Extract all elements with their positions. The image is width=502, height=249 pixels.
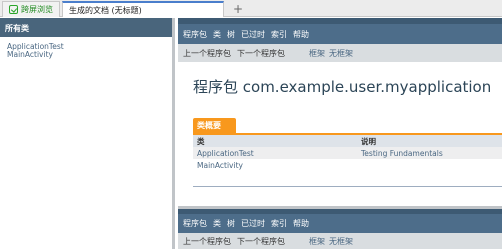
nav-tree[interactable]: 树 (227, 29, 235, 40)
new-tab-button[interactable]: + (230, 1, 246, 17)
tab-cross-screen-browse[interactable]: 跨屏浏览 (2, 1, 60, 17)
nav-class[interactable]: 类 (213, 29, 221, 40)
bottom-navbar: 程序包 类 树 已过时 索引 帮助 (178, 209, 502, 233)
next-package-link[interactable]: 下一个程序包 (237, 236, 285, 247)
no-frames-link[interactable]: 无框架 (329, 48, 353, 59)
tab-generated-doc[interactable]: 生成的文档 (无标题) (62, 1, 224, 17)
nav-package[interactable]: 程序包 (183, 218, 207, 229)
bottom-subnav: 上一个程序包 下一个程序包 框架 无框架 (178, 233, 502, 249)
nav-deprecated[interactable]: 已过时 (241, 218, 265, 229)
browser-tab-bar: 跨屏浏览 生成的文档 (无标题) + (0, 0, 502, 17)
table-row: ApplicationTest Testing Fundamentals (193, 147, 502, 159)
column-header-description: 说明 (361, 136, 376, 146)
class-description: Testing Fundamentals (361, 148, 443, 158)
nav-package[interactable]: 程序包 (183, 29, 207, 40)
no-frames-link[interactable]: 无框架 (329, 236, 353, 247)
nav-help[interactable]: 帮助 (293, 218, 309, 229)
page-title: 程序包 com.example.user.myapplication (193, 78, 492, 96)
frames-link[interactable]: 框架 (309, 48, 325, 59)
nav-tree[interactable]: 树 (227, 218, 235, 229)
class-summary-caption: 类概要 (193, 118, 236, 133)
nav-index[interactable]: 索引 (271, 29, 287, 40)
class-name-link[interactable]: ApplicationTest (193, 149, 361, 158)
nav-class[interactable]: 类 (213, 218, 221, 229)
nav-deprecated[interactable]: 已过时 (241, 29, 265, 40)
check-icon (9, 5, 18, 14)
all-classes-frame: 所有类 ApplicationTest MainActivity (0, 18, 175, 249)
tab-label: 跨屏浏览 (21, 5, 53, 14)
top-subnav: 上一个程序包 下一个程序包 框架 无框架 (178, 44, 502, 62)
column-header-class: 类 (197, 136, 205, 146)
table-bottom-border (193, 169, 502, 187)
top-navbar: 程序包 类 树 已过时 索引 帮助 (178, 18, 502, 44)
class-summary-table: 类 说明 ApplicationTest Testing Fundamental… (193, 133, 502, 171)
nav-index[interactable]: 索引 (271, 218, 287, 229)
package-summary-frame: 程序包 类 树 已过时 索引 帮助 上一个程序包 下一个程序包 框架 无框架 程… (178, 18, 502, 206)
prev-package-link[interactable]: 上一个程序包 (183, 236, 231, 247)
bottom-nav-frame: 程序包 类 树 已过时 索引 帮助 上一个程序包 下一个程序包 框架 无框架 (178, 209, 502, 249)
nav-help[interactable]: 帮助 (293, 29, 309, 40)
prev-package-link[interactable]: 上一个程序包 (183, 48, 231, 59)
table-header-row: 类 说明 (193, 135, 502, 147)
next-package-link[interactable]: 下一个程序包 (237, 48, 285, 59)
frames-link[interactable]: 框架 (309, 236, 325, 247)
all-classes-header: 所有类 (0, 18, 172, 37)
class-link-main-activity[interactable]: MainActivity (7, 51, 172, 59)
class-list: ApplicationTest MainActivity (0, 37, 172, 59)
tab-label: 生成的文档 (无标题) (69, 5, 142, 15)
